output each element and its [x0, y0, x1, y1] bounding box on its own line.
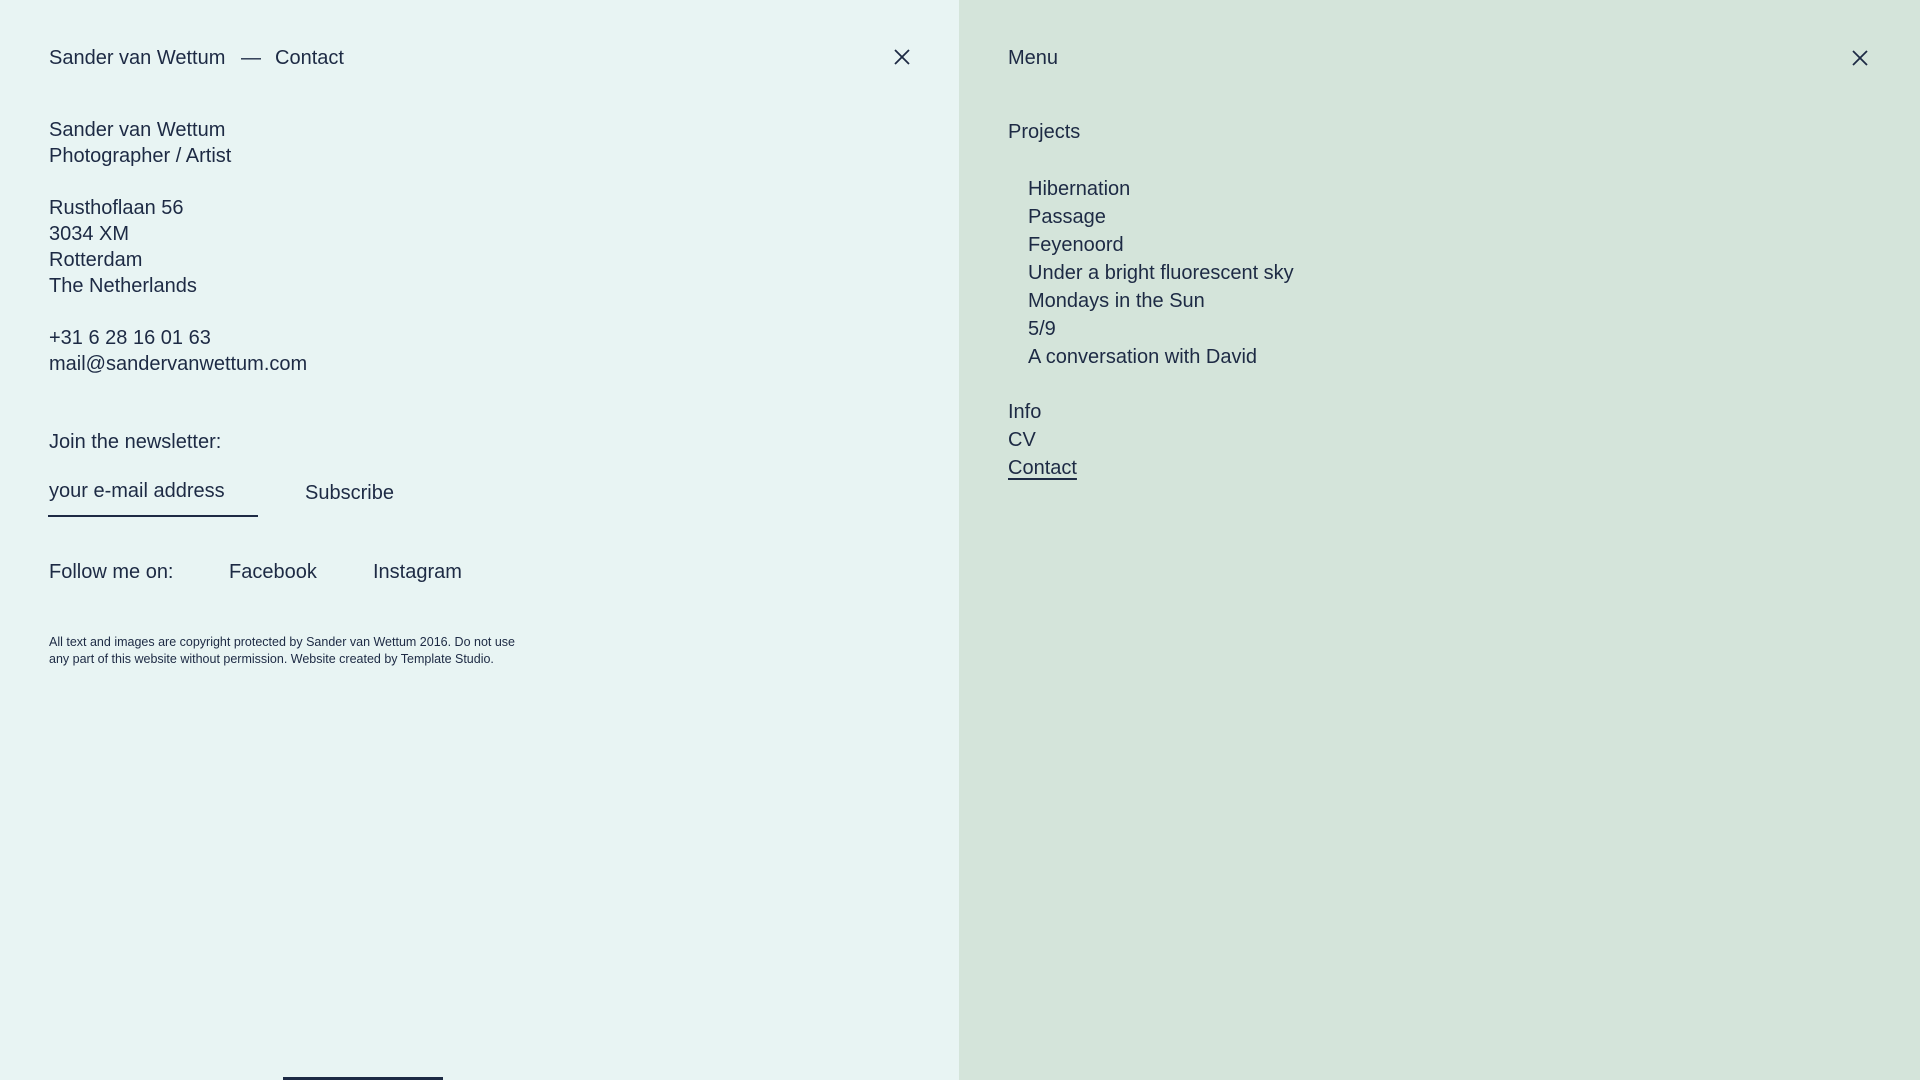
newsletter-label: Join the newsletter: [49, 431, 222, 453]
copyright-line-1: All text and images are copyright protec… [49, 635, 516, 649]
address-block: Rusthoflaan 56 3034 XM Rotterdam The Net… [49, 195, 197, 299]
project-link-hibernation[interactable]: Hibernation [1028, 175, 1294, 203]
email-link[interactable]: mail@sandervanwettum.com [49, 351, 307, 377]
subscribe-button[interactable]: Subscribe [305, 480, 394, 506]
facebook-link[interactable]: Facebook [229, 559, 317, 585]
page-title: Contact [275, 47, 344, 69]
menu-projects-heading[interactable]: Projects [1008, 119, 1080, 145]
project-link-passage[interactable]: Passage [1028, 203, 1294, 231]
menu-links: Info CV Contact [1008, 398, 1077, 482]
follow-label: Follow me on: [49, 561, 174, 583]
identity-block: Sander van Wettum Photographer / Artist [49, 117, 231, 169]
menu-link-info[interactable]: Info [1008, 398, 1041, 426]
address-country: The Netherlands [49, 275, 197, 297]
close-menu-button[interactable] [1849, 47, 1871, 69]
newsletter-email-input[interactable] [48, 478, 258, 517]
project-link-fluorescent-sky[interactable]: Under a bright fluorescent sky [1028, 259, 1294, 287]
copyright-notice: All text and images are copyright protec… [49, 634, 569, 668]
owner-role: Photographer / Artist [49, 145, 232, 167]
header-separator: — [241, 47, 261, 69]
address-postcode: 3034 XM [49, 223, 130, 245]
project-link-mondays-in-the-sun[interactable]: Mondays in the Sun [1028, 287, 1294, 315]
project-link-conversation-with-david[interactable]: A conversation with David [1028, 343, 1294, 371]
project-link-feyenoord[interactable]: Feyenoord [1028, 231, 1294, 259]
contact-panel: Sander van Wettum — Contact Sander van W… [0, 0, 959, 1080]
menu-panel: Menu Projects Hibernation Passage Feyeno… [959, 0, 1920, 1080]
menu-title: Menu [1008, 47, 1059, 69]
project-link-5-9[interactable]: 5/9 [1028, 315, 1294, 343]
owner-name: Sander van Wettum [49, 119, 226, 141]
instagram-link[interactable]: Instagram [373, 559, 462, 585]
menu-link-contact[interactable]: Contact [1008, 454, 1077, 482]
contact-details: +31 6 28 16 01 63 mail@sandervanwettum.c… [49, 325, 307, 377]
close-icon [894, 49, 910, 65]
address-city: Rotterdam [49, 249, 143, 271]
close-icon [1852, 50, 1868, 66]
address-street: Rusthoflaan 56 [49, 197, 184, 219]
copyright-line-2: any part of this website without permiss… [49, 652, 494, 666]
projects-list: Hibernation Passage Feyenoord Under a br… [1028, 175, 1294, 371]
phone-number[interactable]: +31 6 28 16 01 63 [49, 325, 307, 351]
site-title[interactable]: Sander van Wettum [49, 45, 225, 71]
close-contact-button[interactable] [891, 46, 913, 68]
menu-link-cv[interactable]: CV [1008, 426, 1036, 454]
